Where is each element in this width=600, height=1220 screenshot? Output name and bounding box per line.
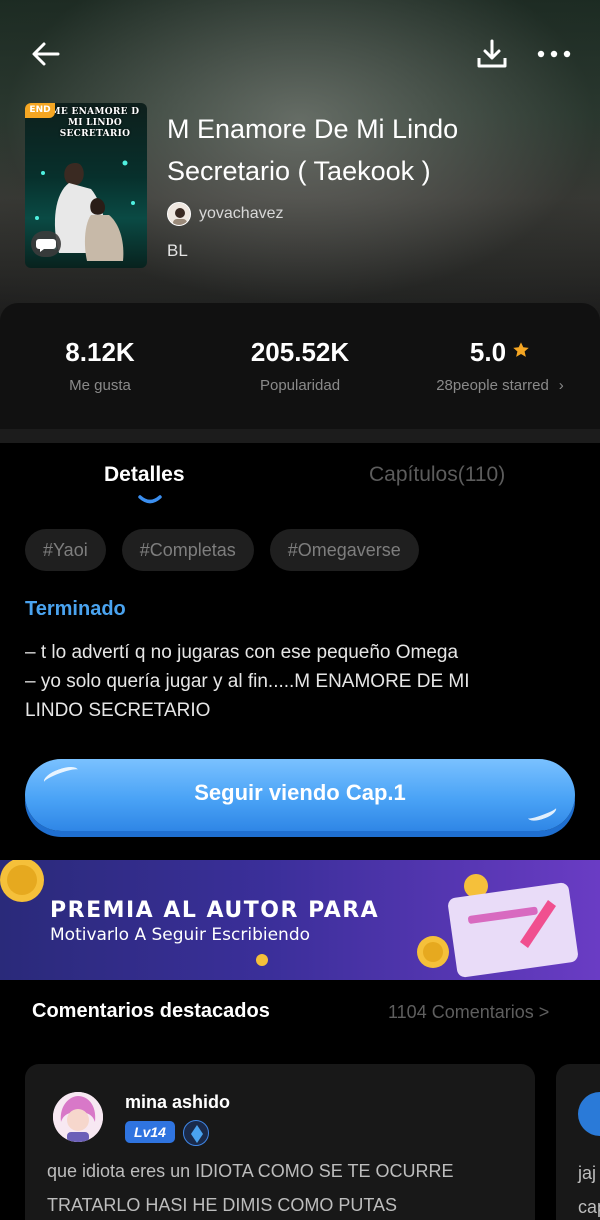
comments-count-link[interactable]: 1104 Comentarios > [388, 1002, 549, 1023]
commenter-name[interactable]: mina ashido [125, 1092, 230, 1113]
end-badge: END [25, 103, 55, 118]
comment-line: TRATARLO HASI HE DIMIS COMO PUTAS [47, 1195, 398, 1215]
comment-badge [31, 231, 61, 257]
tag-omegaverse[interactable]: #Omegaverse [269, 529, 419, 571]
tab-details[interactable]: Detalles [104, 463, 185, 487]
continue-reading-label: Seguir viendo Cap.1 [194, 780, 406, 805]
synopsis-line: – yo solo quería jugar y al fin.....M EN… [25, 671, 470, 692]
rating-label-row: 28people starred › [400, 377, 600, 394]
back-button[interactable] [28, 36, 64, 72]
commenter-avatar [578, 1092, 600, 1136]
rating-label: 28people starred [436, 377, 549, 394]
comment-line: jaj [578, 1163, 597, 1183]
download-icon [477, 39, 507, 68]
banner-subtitle: Motivarlo A Seguir Escribiendo [50, 925, 311, 945]
star-icon [513, 342, 529, 357]
chevron-right-icon: › [558, 377, 564, 394]
avatar-icon [53, 1092, 103, 1142]
book-cover[interactable]: ME ENAMORE D MI LINDO SECRETARIO END [25, 103, 147, 268]
book-title: M Enamore De Mi Lindo Secretario ( Taeko… [167, 114, 459, 186]
stats-panel: 8.12K Me gusta 205.52K Popularidad 5.0 2… [0, 303, 600, 429]
comment-text: que idiota eres un IDIOTA COMO SE TE OCU… [47, 1154, 527, 1220]
comment-card[interactable]: jaj cap [556, 1064, 600, 1220]
comment-text: jaj cap [578, 1156, 600, 1220]
synopsis[interactable]: – t lo advertí q no jugaras con ese pequ… [25, 638, 585, 725]
gem-badge [183, 1120, 209, 1146]
reward-author-banner[interactable]: PREMIA AL AUTOR PARA Motivarlo A Seguir … [0, 860, 600, 980]
button-gloss [525, 802, 559, 824]
back-arrow-icon [32, 42, 60, 66]
popularity-label: Popularidad [259, 377, 341, 394]
commenter-avatar[interactable] [53, 1092, 103, 1142]
continue-reading-button[interactable]: Seguir viendo Cap.1 [25, 759, 575, 831]
tag-list: #Yaoi #Completas #Omegaverse [25, 529, 435, 571]
synopsis-line: – t lo advertí q no jugaras con ese pequ… [25, 642, 459, 663]
tag-yaoi[interactable]: #Yaoi [25, 529, 106, 571]
tag-completas[interactable]: #Completas [121, 529, 254, 571]
diamond-icon [191, 1125, 203, 1143]
banner-title: PREMIA AL AUTOR PARA [50, 898, 380, 923]
comment-line: que idiota eres un IDIOTA COMO SE TE OCU… [47, 1161, 454, 1181]
likes-value: 8.12K [65, 337, 135, 367]
more-options-button[interactable] [534, 36, 574, 72]
author-avatar [167, 202, 191, 226]
download-button[interactable] [474, 36, 510, 72]
comments-heading: Comentarios destacados [32, 1000, 270, 1022]
synopsis-line: LINDO SECRETARIO [25, 700, 211, 721]
top-bar [0, 28, 600, 76]
likes-label: Me gusta [69, 377, 131, 394]
comment-card[interactable]: mina ashido Lv14 que idiota eres un IDIO… [25, 1064, 535, 1220]
tab-chapters[interactable]: Capítulos(110) [369, 463, 505, 487]
status-label: Terminado [25, 598, 126, 620]
avatar-icon [168, 203, 190, 225]
section-divider [0, 429, 600, 443]
level-badge: Lv14 [125, 1121, 175, 1143]
popularity-value: 205.52K [250, 337, 350, 367]
rating-row: 5.0 [400, 337, 600, 368]
more-dots-icon [537, 50, 571, 58]
button-gloss [41, 763, 81, 789]
rating-value: 5.0 [469, 337, 507, 367]
book-genre[interactable]: BL [167, 241, 188, 261]
author-name: yovachavez [199, 205, 284, 222]
comment-line: cap [578, 1197, 600, 1217]
tab-active-indicator [138, 495, 162, 504]
author-row[interactable]: yovachavez [167, 201, 284, 227]
comment-bubble-icon [36, 239, 56, 252]
cover-title: ME ENAMORE D MI LINDO SECRETARIO [50, 107, 140, 139]
